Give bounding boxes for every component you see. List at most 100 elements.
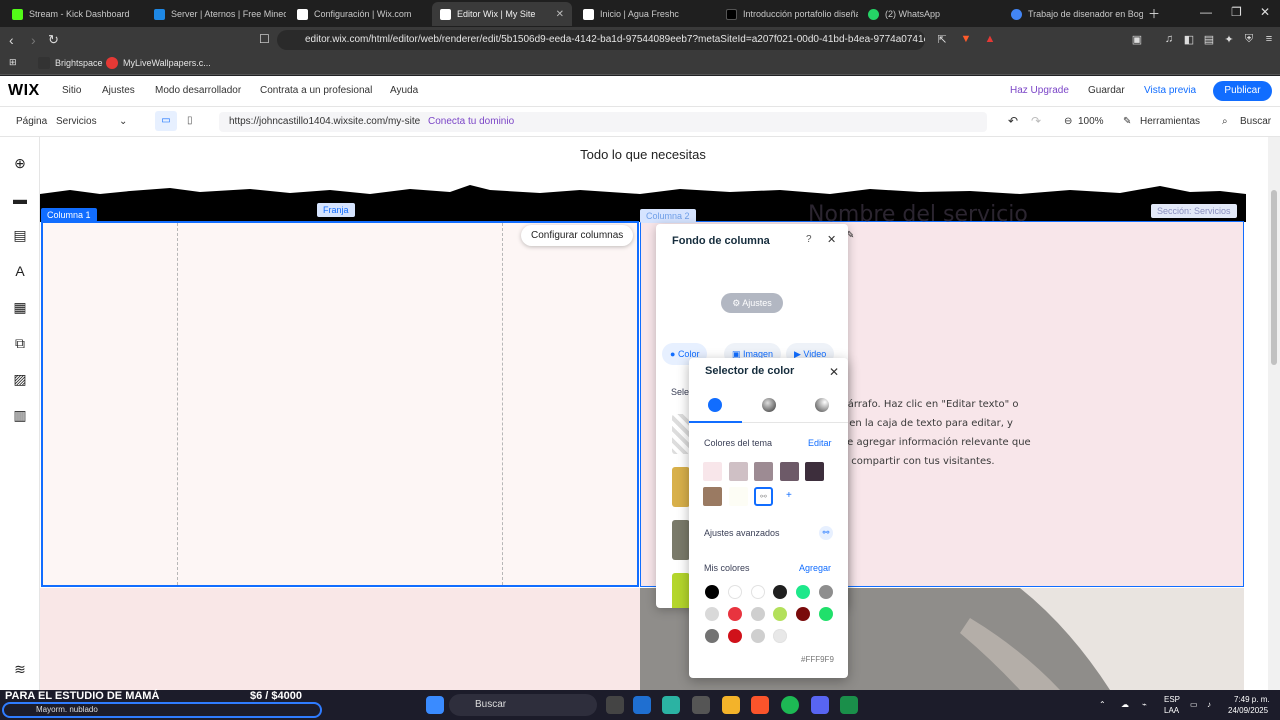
apps-icon[interactable]: ⊞ (9, 57, 17, 68)
browser-tab-agua[interactable]: Inicio | Agua Freshc (575, 2, 715, 26)
section-badge[interactable]: Sección: Servicios (1151, 204, 1237, 218)
browser-tab-google[interactable]: Trabajo de disenador en Bogot (1003, 2, 1143, 26)
brave-icon[interactable] (751, 696, 769, 714)
image-thumbnail[interactable] (672, 467, 690, 507)
theme-color-swatch[interactable] (754, 462, 773, 481)
language-bottom[interactable]: LAA (1164, 706, 1179, 715)
reload-icon[interactable]: ↻ (48, 32, 59, 48)
scrollbar-thumb[interactable] (1271, 190, 1277, 365)
fluid-gradient-icon[interactable] (815, 398, 829, 412)
no-color-swatch[interactable]: ⚯ (754, 487, 773, 506)
forward-icon[interactable]: › (31, 32, 36, 48)
back-icon[interactable]: ‹ (9, 32, 14, 48)
my-color-dot[interactable] (727, 607, 742, 621)
my-color-dot[interactable] (773, 629, 788, 643)
tools-button[interactable]: Herramientas (1140, 116, 1200, 127)
settings-button[interactable]: ⚙ Ajustes (721, 293, 783, 313)
minimize-icon[interactable]: — (1200, 5, 1212, 19)
brave-shield-icon[interactable]: ▼ (959, 33, 973, 47)
solid-color-icon[interactable] (708, 398, 722, 412)
browser-tab-tiktok[interactable]: Introducción portafolio diseña (718, 2, 858, 26)
advanced-settings-icon[interactable]: ⚯ (819, 526, 833, 540)
menu-icon[interactable]: ≡ (1262, 33, 1276, 47)
design-icon[interactable]: A (11, 262, 29, 280)
undo-icon[interactable]: ↶ (1008, 114, 1018, 128)
browser-tab-kick[interactable]: Stream - Kick Dashboard (4, 2, 144, 26)
help-icon[interactable]: ? (806, 234, 812, 245)
mobile-view-icon[interactable]: ▯ (187, 115, 193, 126)
layers-icon[interactable]: ≋ (11, 660, 29, 678)
brave-rewards-icon[interactable]: ▲ (983, 33, 997, 47)
my-color-dot[interactable] (727, 629, 742, 643)
ai-icon[interactable]: ✦ (1222, 33, 1236, 47)
maximize-icon[interactable]: ❐ (1231, 5, 1242, 19)
my-color-dot[interactable] (796, 607, 811, 621)
browser-tab-whatsapp[interactable]: (2) WhatsApp (860, 2, 1000, 26)
theme-color-swatch[interactable] (805, 462, 824, 481)
pages-icon[interactable]: ▤ (11, 226, 29, 244)
wallet-icon[interactable]: ▤ (1202, 33, 1216, 47)
file-explorer-icon[interactable] (722, 696, 740, 714)
discord-icon[interactable] (811, 696, 829, 714)
preview-button[interactable]: Vista previa (1144, 85, 1196, 96)
clock-date[interactable]: 24/09/2025 (1228, 706, 1268, 715)
publish-button[interactable]: Publicar (1213, 81, 1272, 101)
new-tab-button[interactable]: ＋ (1148, 5, 1160, 22)
my-color-dot[interactable] (773, 607, 788, 621)
image-thumbnail[interactable] (672, 573, 690, 608)
tray-overflow-icon[interactable]: ⌃ (1099, 700, 1106, 709)
network-icon[interactable]: ▭ (1190, 700, 1198, 709)
apps-grid-icon[interactable]: ▦ (11, 298, 29, 316)
column-1[interactable] (41, 221, 639, 587)
page-selector[interactable]: Servicios (56, 116, 97, 127)
task-view-icon[interactable] (606, 696, 624, 714)
menu-ayuda[interactable]: Ayuda (390, 85, 418, 96)
windows-start-icon[interactable] (426, 696, 444, 714)
spotify-icon[interactable] (781, 696, 799, 714)
sections-icon[interactable]: ▬ (11, 190, 29, 208)
my-color-dot[interactable] (773, 585, 788, 599)
music-icon[interactable]: ♫ (1162, 33, 1176, 47)
my-color-dot[interactable] (819, 607, 833, 621)
close-tab-icon[interactable]: ✕ (556, 9, 564, 20)
clock-time[interactable]: 7:49 p. m. (1234, 695, 1270, 704)
theme-color-swatch[interactable] (703, 462, 722, 481)
store-icon[interactable] (692, 696, 710, 714)
upgrade-link[interactable]: Haz Upgrade (1010, 85, 1069, 96)
connect-domain-link[interactable]: Conecta tu dominio (428, 116, 514, 127)
screenshot-icon[interactable]: ▣ (1130, 33, 1144, 47)
add-element-icon[interactable]: ⊕ (11, 154, 29, 172)
business-icon[interactable]: ⧉ (11, 334, 29, 352)
close-window-icon[interactable]: ✕ (1260, 5, 1270, 19)
close-icon[interactable]: ✕ (827, 233, 836, 246)
weather-widget[interactable]: Mayorm. nublado (2, 702, 322, 718)
bookmark-brightspace[interactable]: Brightspace (38, 57, 103, 69)
url-input[interactable]: editor.wix.com/html/editor/web/renderer/… (277, 30, 925, 50)
share-icon[interactable]: ⇱ (935, 33, 949, 47)
advanced-settings-label[interactable]: Ajustes avanzados (704, 528, 780, 538)
my-color-dot[interactable] (705, 629, 719, 643)
strip-badge[interactable]: Franja (317, 203, 355, 217)
my-color-dot[interactable] (750, 607, 765, 621)
bookmark-mylivewallpapers[interactable]: MyLiveWallpapers.c... (106, 57, 211, 69)
sidebar-icon[interactable]: ◧ (1182, 33, 1196, 47)
section-heading[interactable]: Todo lo que necesitas (40, 147, 1246, 162)
add-theme-color-icon[interactable]: + (786, 490, 792, 501)
browser-tab-wix-config[interactable]: Configuración | Wix.com (289, 2, 429, 26)
bookmark-icon[interactable]: ☐ (259, 32, 270, 46)
redo-icon[interactable]: ↷ (1031, 114, 1041, 128)
zoom-level[interactable]: 100% (1078, 116, 1104, 127)
browser-tab-aternos[interactable]: Server | Aternos | Free Minecraft (146, 2, 286, 26)
whatsapp-taskbar-icon[interactable] (840, 696, 858, 714)
bluetooth-icon[interactable]: ⌁ (1142, 700, 1147, 709)
menu-sitio[interactable]: Sitio (62, 85, 81, 96)
search-button[interactable]: Buscar (1240, 116, 1271, 127)
my-color-dot[interactable] (750, 585, 765, 599)
taskbar-search[interactable]: Buscar (449, 694, 597, 716)
image-thumbnail[interactable] (672, 520, 690, 560)
my-color-dot[interactable] (705, 585, 719, 599)
gradient-icon[interactable] (762, 398, 776, 412)
vpn-icon[interactable]: ⛨ (1242, 33, 1256, 47)
menu-modo-desarrollador[interactable]: Modo desarrollador (155, 85, 241, 96)
copilot-icon[interactable] (662, 696, 680, 714)
